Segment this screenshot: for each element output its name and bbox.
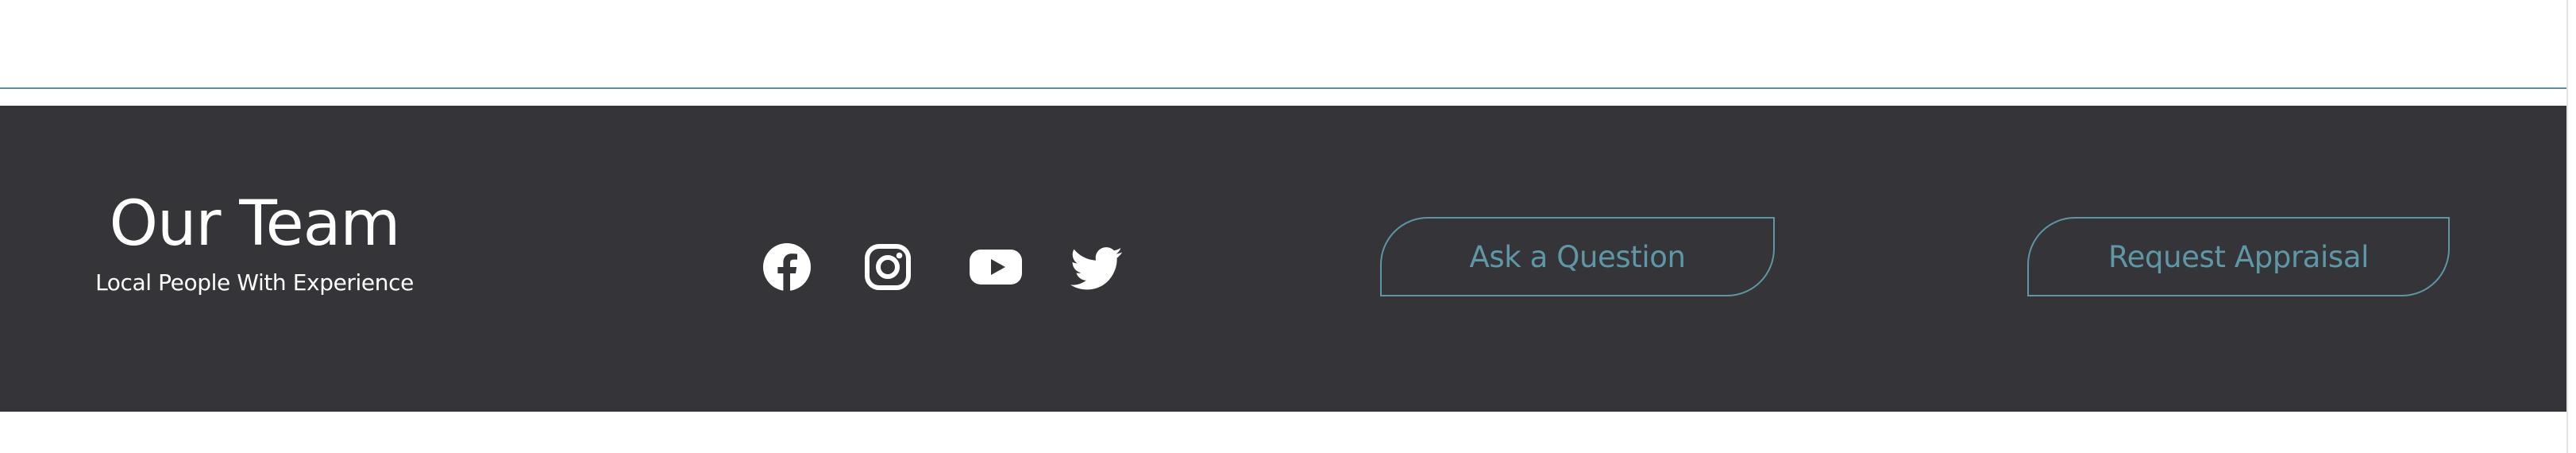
page-edge-divider (2566, 0, 2568, 453)
team-subtitle: Local People With Experience (95, 269, 414, 296)
team-title: Our Team (109, 188, 401, 260)
instagram-link[interactable] (862, 242, 913, 292)
social-links (762, 242, 1123, 297)
ask-question-button[interactable]: Ask a Question (1380, 217, 1775, 296)
request-appraisal-button[interactable]: Request Appraisal (2027, 217, 2450, 296)
youtube-link[interactable] (968, 242, 1024, 292)
facebook-icon (763, 243, 811, 291)
twitter-icon (1070, 247, 1122, 290)
top-divider (0, 87, 2566, 89)
instagram-icon (865, 244, 911, 290)
top-content-area (0, 0, 2566, 89)
youtube-icon (970, 250, 1022, 285)
twitter-link[interactable] (1070, 242, 1124, 292)
team-section: Our Team Local People With Experience (94, 188, 415, 296)
site-footer: Our Team Local People With Experience As… (0, 106, 2566, 412)
facebook-link[interactable] (762, 242, 812, 292)
page: Our Team Local People With Experience As… (0, 0, 2576, 453)
